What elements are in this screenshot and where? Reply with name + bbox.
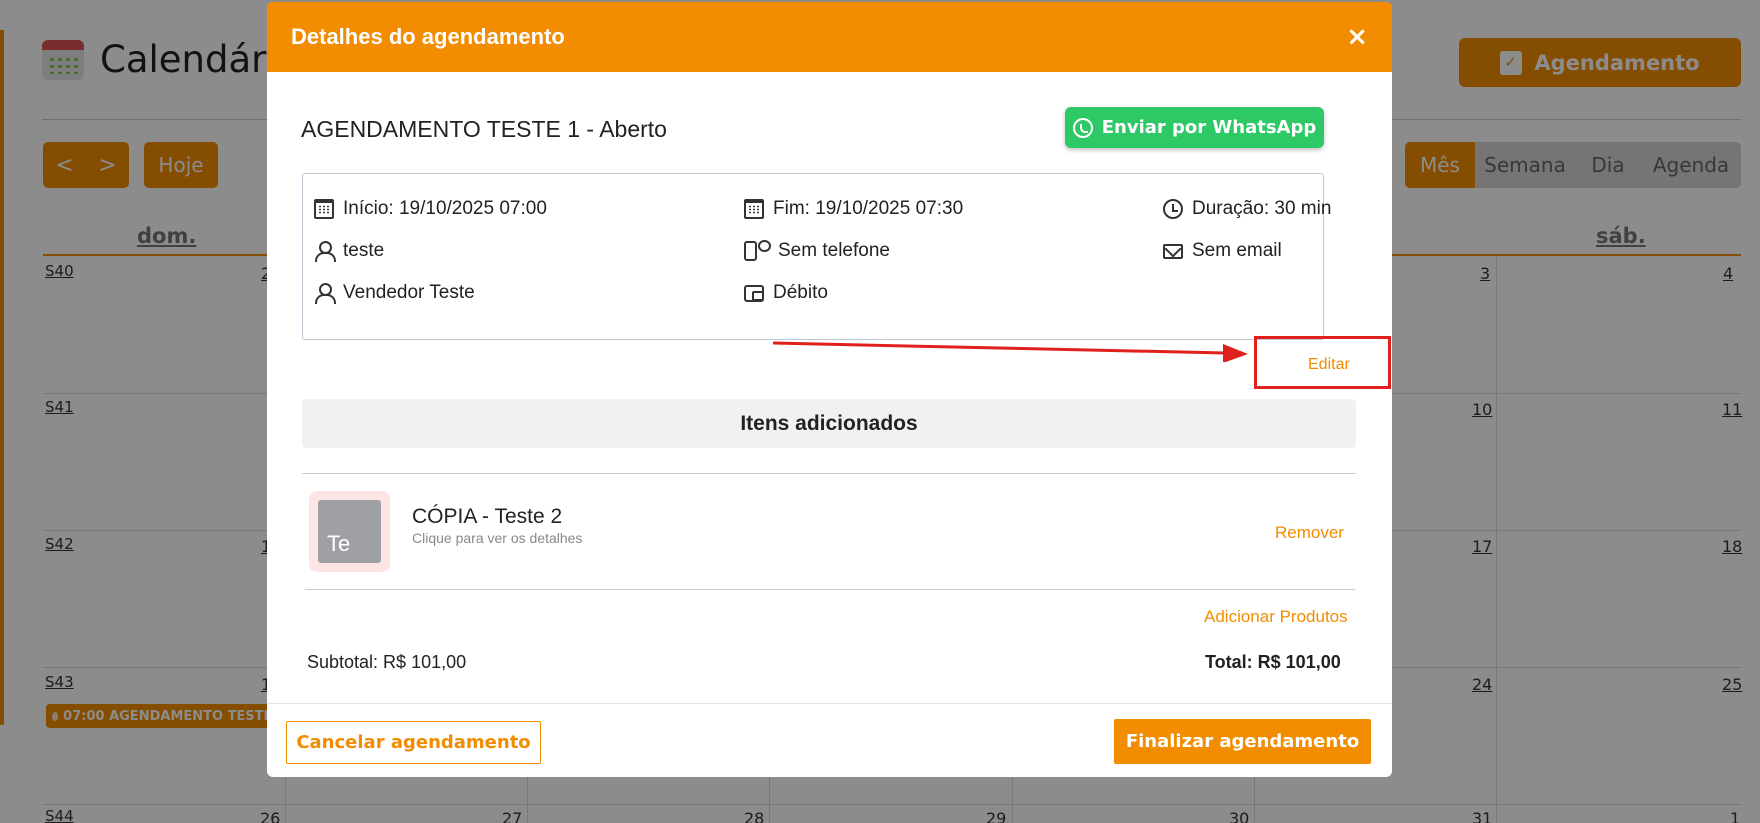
- appointment-details-modal: Detalhes do agendamento × AGENDAMENTO TE…: [267, 2, 1392, 777]
- product-name[interactable]: CÓPIA - Teste 2: [412, 505, 562, 529]
- add-products-link[interactable]: Adicionar Produtos: [1204, 607, 1348, 627]
- divider: [305, 589, 1355, 590]
- product-subtitle[interactable]: Clique para ver os detalhes: [412, 530, 582, 546]
- modal-footer: Cancelar agendamento Finalizar agendamen…: [267, 703, 1392, 777]
- end-text: Fim: 19/10/2025 07:30: [773, 198, 964, 219]
- client-text: teste: [343, 240, 385, 261]
- product-thumbnail[interactable]: Te: [309, 491, 390, 572]
- phone-info: Sem telefone: [744, 240, 890, 262]
- end-info: Fim: 19/10/2025 07:30: [744, 198, 963, 220]
- divider: [302, 473, 1356, 474]
- duration-info: Duração: 30 min: [1163, 198, 1331, 220]
- email-info: Sem email: [1163, 240, 1282, 262]
- subtotal: Subtotal: R$ 101,00: [307, 652, 467, 672]
- seller-text: Vendedor Teste: [343, 282, 475, 303]
- payment-text: Débito: [773, 282, 828, 303]
- whatsapp-button[interactable]: Enviar por WhatsApp: [1065, 107, 1324, 148]
- clock-icon: [1163, 199, 1183, 219]
- phone-icon: [744, 240, 771, 261]
- email-text: Sem email: [1192, 240, 1282, 261]
- mail-icon: [1163, 243, 1183, 259]
- cancel-appointment-button[interactable]: Cancelar agendamento: [286, 721, 541, 764]
- start-info: Início: 19/10/2025 07:00: [314, 198, 547, 220]
- annotation-arrow-line: [773, 341, 1226, 355]
- details-box: Início: 19/10/2025 07:00 Fim: 19/10/2025…: [302, 173, 1331, 340]
- annotation-arrow: [773, 341, 1248, 362]
- start-text: Início: 19/10/2025 07:00: [343, 198, 547, 219]
- wallet-icon: [744, 284, 764, 302]
- payment-info: Débito: [744, 282, 828, 304]
- calendar-icon: [744, 199, 764, 219]
- annotation-arrow-head: [1223, 344, 1248, 362]
- appointment-title: AGENDAMENTO TESTE 1 - Aberto: [301, 116, 667, 142]
- modal-title: Detalhes do agendamento: [291, 24, 565, 49]
- whatsapp-label: Enviar por WhatsApp: [1101, 117, 1317, 138]
- duration-text: Duração: 30 min: [1192, 198, 1332, 219]
- phone-text: Sem telefone: [778, 240, 890, 261]
- remove-item-link[interactable]: Remover: [1275, 523, 1344, 543]
- whatsapp-icon: [1072, 117, 1093, 138]
- client-info: teste: [314, 240, 384, 262]
- total: Total: R$ 101,00: [1205, 652, 1341, 672]
- calendar-icon: [314, 199, 334, 219]
- seller-info: Vendedor Teste: [314, 282, 475, 304]
- edit-link[interactable]: Editar: [1308, 356, 1350, 374]
- close-icon[interactable]: ×: [1346, 22, 1368, 52]
- items-header: Itens adicionados: [302, 399, 1356, 448]
- user-icon: [314, 283, 336, 304]
- client-icon: [314, 241, 336, 262]
- finish-appointment-button[interactable]: Finalizar agendamento: [1114, 719, 1371, 764]
- modal-header: Detalhes do agendamento ×: [267, 2, 1392, 72]
- product-thumbnail-image: Te: [318, 500, 381, 563]
